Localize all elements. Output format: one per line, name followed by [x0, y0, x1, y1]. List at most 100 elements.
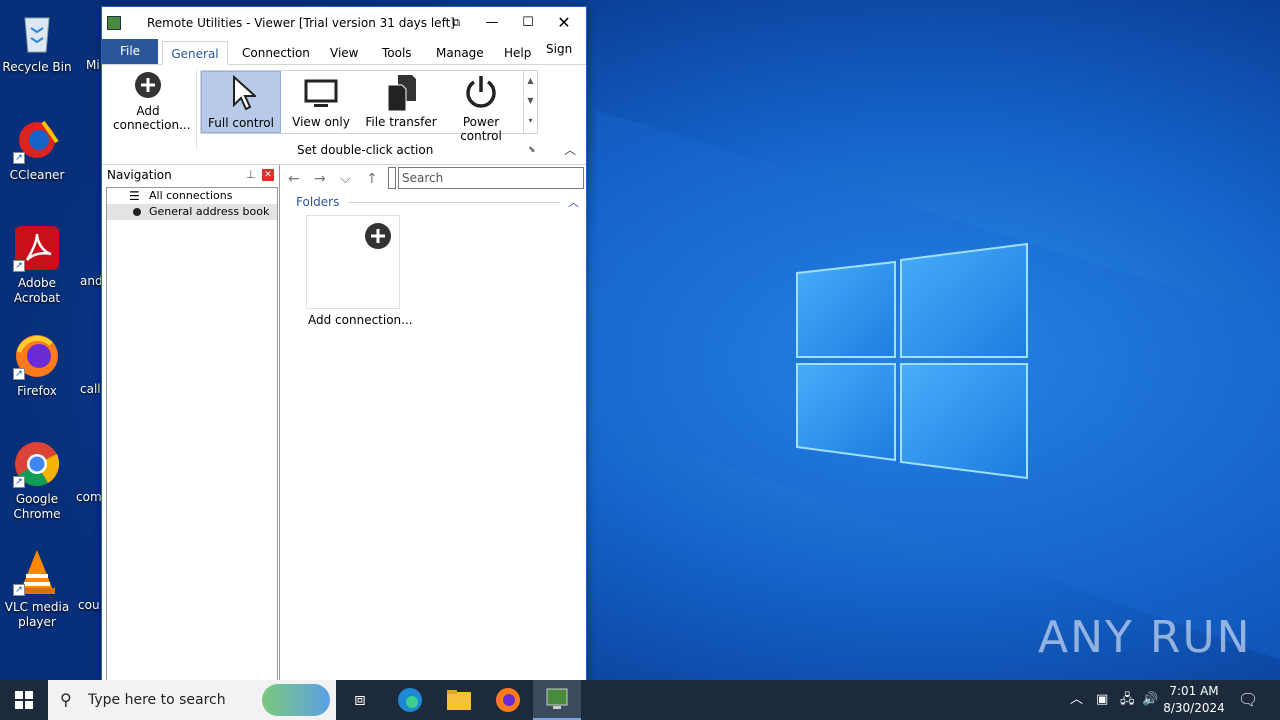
show-hidden-icons-icon[interactable]: ︿	[1070, 680, 1083, 720]
shortcut-arrow-icon: ↗	[13, 152, 25, 164]
file-explorer-icon[interactable]	[435, 680, 483, 720]
add-circle-icon	[135, 72, 161, 98]
desktop-icon-google-chrome[interactable]: ↗ Google Chrome	[0, 440, 74, 522]
monitor-icon	[304, 79, 338, 107]
collapse-section-icon[interactable]: ︿	[568, 194, 579, 210]
navigation-pane: Navigation ⊥ ✕ ☰ All connections General…	[104, 165, 280, 683]
main-pane: ← → ⌵ ↑ Search Folders ︿ Add connection.…	[282, 165, 586, 683]
mode-file-transfer[interactable]: File transfer	[361, 71, 441, 133]
list-icon: ☰	[129, 189, 140, 203]
desktop-icon-label: Recycle Bin	[2, 60, 72, 74]
desktop-icon-firefox[interactable]: ↗ Firefox	[0, 332, 74, 399]
mode-label: Power control	[460, 115, 502, 143]
app-icon[interactable]	[107, 16, 121, 30]
address-bar[interactable]	[388, 167, 396, 189]
add-connection-button[interactable]: Add connection...	[110, 71, 191, 132]
adobe-acrobat-icon: ↗	[13, 224, 61, 272]
maximize-button[interactable]: ☐	[510, 7, 546, 39]
scroll-down-icon[interactable]: ▼	[524, 91, 537, 111]
collapse-ribbon-icon[interactable]: ︿	[564, 141, 576, 158]
firefox-taskbar-icon[interactable]	[484, 680, 532, 720]
power-icon	[466, 76, 496, 108]
dialog-launcher-icon[interactable]: ⬊	[528, 145, 536, 155]
vlc-icon: ↗	[13, 548, 61, 596]
desktop-icon-adobe-acrobat[interactable]: ↗ Adobe Acrobat	[0, 224, 74, 306]
sign-in-link[interactable]: Sign in	[542, 37, 586, 80]
network-icon[interactable]: 🖧	[1120, 680, 1135, 720]
add-connection-tile[interactable]	[306, 215, 400, 309]
edge-icon[interactable]	[386, 680, 434, 720]
close-pane-icon[interactable]: ✕	[262, 169, 274, 181]
chrome-icon: ↗	[13, 440, 61, 488]
ribbon: Add connection... Full control View only…	[102, 65, 586, 165]
clock-date: 8/30/2024	[1163, 701, 1225, 715]
tab-general[interactable]: General	[162, 41, 228, 65]
title-bar[interactable]: Remote Utilities - Viewer [Trial version…	[102, 7, 586, 39]
nav-item-label: General address book	[149, 205, 270, 218]
mode-label: Full control	[208, 116, 274, 130]
camera-icon[interactable]: ▣	[1096, 680, 1108, 720]
file-transfer-icon	[387, 75, 416, 112]
mode-view-only[interactable]: View only	[281, 71, 361, 133]
window-title: Remote Utilities - Viewer [Trial version…	[147, 16, 455, 30]
gallery-expand-icon[interactable]: ▾	[524, 111, 537, 131]
desktop-icon-partial-label[interactable]: com	[76, 490, 102, 504]
ccleaner-icon: ↗	[13, 116, 61, 164]
nav-item-all-connections[interactable]: ☰ All connections	[107, 188, 277, 204]
nav-item-label: All connections	[149, 189, 233, 202]
start-button[interactable]	[0, 680, 48, 720]
search-icon: ⚲	[60, 690, 72, 709]
ribbon-group-label: Set double-click action	[297, 143, 434, 157]
mode-power-control[interactable]: Power control	[441, 71, 521, 143]
remote-utilities-taskbar-icon[interactable]	[533, 680, 581, 720]
search-highlight-icon	[262, 684, 330, 716]
taskbar-clock[interactable]: 7:01 AM 8/30/2024	[1160, 683, 1228, 717]
desktop-icon-partial-label[interactable]: cou	[78, 598, 100, 612]
desktop-icon-vlc[interactable]: ↗ VLC media player	[0, 548, 74, 630]
notification-icon[interactable]: 🗨	[1238, 680, 1258, 720]
add-connection-tile-label: Add connection...	[308, 313, 413, 327]
nav-item-general-address-book[interactable]: General address book	[107, 204, 277, 220]
navigation-header: Navigation ⊥ ✕	[104, 165, 279, 185]
forward-arrow-icon[interactable]: →	[314, 171, 326, 187]
gallery-scroll[interactable]: ▲ ▼ ▾	[523, 71, 537, 133]
desktop-icon-partial-label[interactable]: Mi	[86, 58, 100, 72]
mode-label: View only	[292, 115, 350, 129]
tab-connection[interactable]: Connection	[238, 41, 314, 65]
task-view-icon[interactable]: ⧈	[336, 680, 384, 720]
up-arrow-icon[interactable]: ↑	[366, 171, 378, 187]
mode-label: File transfer	[365, 115, 437, 129]
shortcut-arrow-icon: ↗	[13, 368, 25, 380]
desktop-icon-partial-label[interactable]: call	[80, 382, 101, 396]
desktop-icon-recycle-bin[interactable]: Recycle Bin	[0, 8, 74, 75]
double-click-action-gallery: Full control View only File transfer Pow…	[200, 70, 538, 143]
close-button[interactable]: ✕	[546, 7, 582, 39]
desktop-icon-ccleaner[interactable]: ↗ CCleaner	[0, 116, 74, 183]
chevron-down-icon[interactable]: ⌵	[340, 171, 351, 187]
pin-icon[interactable]: ⊥	[246, 165, 256, 185]
folders-divider	[348, 202, 560, 203]
taskbar-search-box[interactable]: ⚲ Type here to search	[48, 680, 336, 720]
anyrun-watermark: ANY RUN	[1038, 612, 1252, 663]
scroll-up-icon[interactable]: ▲	[524, 71, 537, 91]
cursor-arrow-icon	[233, 74, 258, 111]
address-book-icon	[133, 208, 141, 216]
desktop-icon-label: Firefox	[17, 384, 57, 398]
tab-view[interactable]: View	[326, 41, 362, 65]
minimize-button[interactable]: —	[474, 7, 510, 39]
restore-down-icon[interactable]: ⧉	[438, 7, 474, 39]
tab-tools[interactable]: Tools	[378, 41, 416, 65]
tab-help[interactable]: Help	[500, 41, 535, 65]
desktop-icon-partial-label[interactable]: and	[80, 274, 103, 288]
navigation-title: Navigation	[107, 168, 172, 182]
volume-icon[interactable]: 🔊	[1142, 680, 1158, 720]
tab-manage[interactable]: Manage	[432, 41, 488, 65]
tab-file[interactable]: File	[102, 39, 158, 64]
desktop-icon-label: VLC media player	[4, 600, 70, 629]
windows-start-icon	[15, 691, 33, 709]
back-arrow-icon[interactable]: ←	[288, 171, 300, 187]
desktop-icon-label: Adobe Acrobat	[13, 276, 61, 305]
folders-heading: Folders	[296, 195, 340, 209]
search-input[interactable]: Search	[398, 167, 584, 189]
mode-full-control[interactable]: Full control	[201, 71, 281, 133]
